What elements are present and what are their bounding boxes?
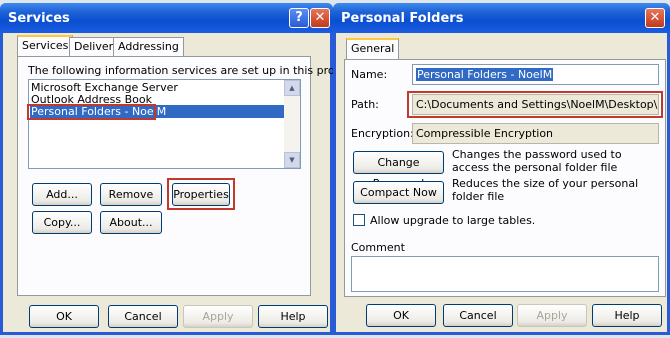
properties-button[interactable]: Properties	[172, 183, 230, 206]
tab-services[interactable]: Services	[17, 35, 74, 57]
name-label: Name:	[351, 68, 388, 81]
comment-textarea[interactable]	[351, 256, 659, 292]
encryption-field: Compressible Encryption	[412, 123, 659, 144]
services-apply-button[interactable]: Apply	[183, 305, 253, 328]
personal-folders-titlebar[interactable]: Personal Folders ✕	[333, 3, 670, 33]
services-title: Services	[8, 11, 70, 26]
path-field[interactable]: C:\Documents and Settings\NoelM\Desktop\…	[412, 94, 659, 115]
personal-apply-button[interactable]: Apply	[517, 304, 587, 327]
change-password-desc: Changes the password used to access the …	[452, 148, 622, 174]
list-scrollbar[interactable]: ▲ ▼	[284, 80, 300, 168]
personal-folders-window: Personal Folders ✕ General Name: Persona…	[333, 3, 670, 335]
personal-cancel-button[interactable]: Cancel	[443, 304, 513, 327]
close-icon[interactable]: ✕	[645, 8, 665, 28]
services-titlebar[interactable]: Services ? ✕	[0, 3, 333, 33]
name-field[interactable]: Personal Folders - NoelM	[412, 64, 659, 85]
tab-addressing[interactable]: Addressing	[113, 37, 184, 57]
scroll-down-icon[interactable]: ▼	[284, 152, 300, 168]
copy-button[interactable]: Copy...	[32, 211, 92, 234]
allow-upgrade-label: Allow upgrade to large tables.	[370, 214, 536, 227]
close-icon[interactable]: ✕	[310, 8, 330, 28]
encryption-value: Compressible Encryption	[416, 127, 554, 140]
comment-label: Comment	[351, 241, 405, 254]
general-panel: Name: Personal Folders - NoelM Path: C:\…	[344, 59, 666, 297]
services-window: Services ? ✕ Services Delivery Addressin…	[0, 3, 355, 335]
allow-upgrade-checkbox[interactable]	[353, 214, 365, 226]
services-list[interactable]: Microsoft Exchange Server Outlook Addres…	[28, 79, 301, 169]
personal-help-button[interactable]: Help	[592, 304, 662, 327]
add-button[interactable]: Add...	[32, 183, 92, 206]
services-ok-button[interactable]: OK	[29, 305, 99, 328]
personal-ok-button[interactable]: OK	[366, 304, 436, 327]
remove-button[interactable]: Remove	[100, 183, 162, 206]
list-item-selected[interactable]: Personal Folders - NoelM	[30, 105, 286, 118]
change-password-button[interactable]: Change Password	[353, 151, 444, 190]
personal-folders-title: Personal Folders	[341, 11, 464, 26]
services-help-button[interactable]: Help	[258, 305, 328, 328]
compact-now-button[interactable]: Compact Now	[353, 181, 444, 204]
tab-general[interactable]: General	[346, 38, 400, 60]
path-label: Path:	[351, 98, 379, 111]
services-panel: The following information services are s…	[17, 56, 355, 296]
help-icon[interactable]: ?	[289, 8, 309, 28]
encryption-label: Encryption:	[351, 127, 414, 140]
services-intro: The following information services are s…	[28, 64, 356, 77]
compact-now-desc: Reduces the size of your personal folder…	[452, 177, 639, 203]
name-value: Personal Folders - NoelM	[416, 68, 554, 81]
scroll-up-icon[interactable]: ▲	[284, 80, 300, 96]
about-button[interactable]: About...	[100, 211, 162, 234]
path-value: C:\Documents and Settings\NoelM\Desktop\…	[416, 98, 658, 111]
services-cancel-button[interactable]: Cancel	[108, 305, 178, 328]
